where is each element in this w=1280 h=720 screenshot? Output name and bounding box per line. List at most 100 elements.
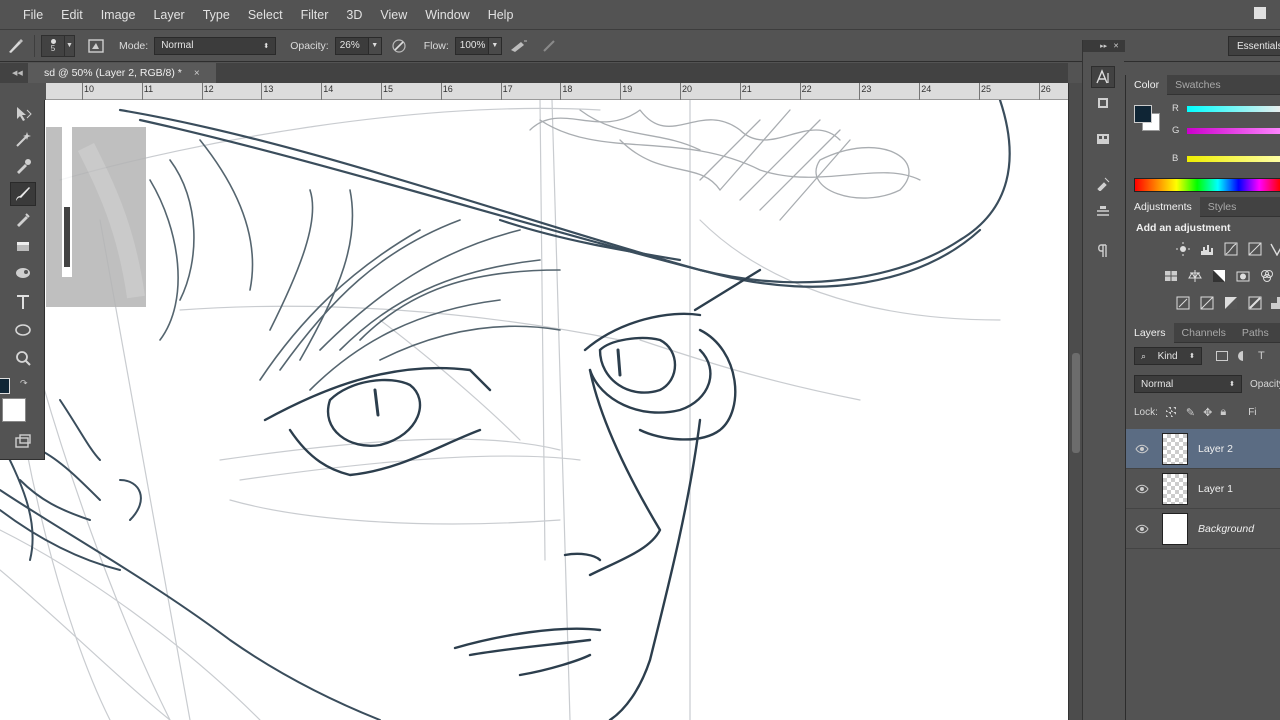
- blur-tool[interactable]: [10, 260, 36, 284]
- flow-input[interactable]: 100%: [454, 36, 489, 55]
- brush-panel-toggle-icon[interactable]: [83, 35, 109, 57]
- close-document-icon[interactable]: ×: [194, 68, 200, 79]
- exposure-icon[interactable]: [1246, 240, 1264, 258]
- vibrance-icon[interactable]: [1268, 240, 1280, 258]
- lock-position-icon[interactable]: ✥: [1203, 406, 1212, 419]
- swap-colors-icon[interactable]: ↷: [20, 378, 28, 389]
- tab-swatches[interactable]: Swatches: [1167, 75, 1229, 95]
- red-slider-bar[interactable]: [1187, 106, 1280, 112]
- foreground-color-swatch[interactable]: [0, 378, 10, 394]
- menu-help[interactable]: Help: [479, 8, 523, 22]
- type-tool[interactable]: [10, 290, 36, 314]
- menu-3d[interactable]: 3D: [337, 8, 371, 22]
- eye-icon[interactable]: [1126, 524, 1158, 534]
- document-tab[interactable]: sd @ 50% (Layer 2, RGB/8) * ×: [28, 63, 216, 83]
- magic-wand-tool[interactable]: [10, 128, 36, 152]
- clone-stamp-tool[interactable]: [10, 208, 36, 232]
- tab-channels[interactable]: Channels: [1174, 323, 1234, 343]
- layer-row[interactable]: Layer 2: [1126, 429, 1280, 469]
- menu-image[interactable]: Image: [92, 8, 145, 22]
- photo-filter-icon[interactable]: [1234, 267, 1252, 285]
- menu-type[interactable]: Type: [194, 8, 239, 22]
- lock-transparent-icon[interactable]: [1165, 407, 1176, 417]
- filter-pixel-icon[interactable]: [1216, 351, 1228, 361]
- pressure-size-icon[interactable]: [538, 35, 560, 57]
- tab-paths[interactable]: Paths: [1234, 323, 1277, 343]
- document-canvas[interactable]: [0, 100, 1068, 720]
- collapse-toolbox-icon[interactable]: ◀◀: [12, 69, 23, 77]
- window-control-icon[interactable]: [1254, 7, 1266, 19]
- brush-tool[interactable]: [10, 182, 36, 206]
- menu-file[interactable]: File: [14, 8, 52, 22]
- eyedropper-tool[interactable]: [10, 154, 36, 178]
- filter-adjustment-icon[interactable]: [1238, 351, 1248, 361]
- history-panel-button[interactable]: [1091, 92, 1115, 114]
- levels-icon[interactable]: [1198, 240, 1216, 258]
- blue-slider[interactable]: B: [1172, 153, 1280, 167]
- tab-layers[interactable]: Layers: [1126, 322, 1174, 343]
- hue-saturation-icon[interactable]: [1162, 267, 1180, 285]
- menu-filter[interactable]: Filter: [292, 8, 338, 22]
- properties-panel-button[interactable]: [1091, 128, 1115, 150]
- brush-panel-button[interactable]: [1091, 200, 1115, 222]
- tab-styles[interactable]: Styles: [1200, 197, 1245, 217]
- pressure-opacity-icon[interactable]: [388, 35, 410, 57]
- color-spectrum-ramp[interactable]: [1134, 178, 1280, 192]
- close-strip-icon[interactable]: ✕: [1113, 42, 1119, 50]
- paragraph-panel-button[interactable]: [1091, 240, 1115, 262]
- blue-slider-bar[interactable]: [1187, 156, 1280, 162]
- lock-all-icon[interactable]: 🔒︎: [1220, 406, 1226, 419]
- background-color-swatch[interactable]: [2, 398, 26, 422]
- brush-tool-preset-icon[interactable]: [2, 35, 28, 57]
- menu-layer[interactable]: Layer: [144, 8, 193, 22]
- layer-name[interactable]: Layer 1: [1198, 483, 1233, 495]
- color-balance-icon[interactable]: [1186, 267, 1204, 285]
- threshold-icon[interactable]: [1222, 294, 1240, 312]
- brightness-icon[interactable]: [1174, 240, 1192, 258]
- curves-icon[interactable]: [1222, 240, 1240, 258]
- menu-window[interactable]: Window: [416, 8, 478, 22]
- layer-row[interactable]: Background: [1126, 509, 1280, 549]
- eye-icon[interactable]: [1126, 444, 1158, 454]
- move-tool[interactable]: [10, 102, 36, 126]
- ellipse-tool[interactable]: [10, 318, 36, 342]
- filter-type-icon[interactable]: T: [1258, 350, 1265, 362]
- layer-blend-mode-select[interactable]: Normal ⬍: [1134, 375, 1242, 393]
- layer-name[interactable]: Layer 2: [1198, 443, 1233, 455]
- menu-select[interactable]: Select: [239, 8, 292, 22]
- workspace-switcher[interactable]: Essentials: [1228, 36, 1280, 56]
- eraser-tool[interactable]: [10, 234, 36, 258]
- menu-edit[interactable]: Edit: [52, 8, 92, 22]
- airbrush-icon[interactable]: [508, 35, 530, 57]
- canvas-vertical-scrollbar[interactable]: [1068, 83, 1082, 720]
- scrollbar-thumb[interactable]: [1072, 353, 1080, 453]
- flow-dropdown[interactable]: ▼: [488, 36, 502, 55]
- screen-mode-tool[interactable]: [10, 430, 36, 454]
- green-slider[interactable]: G: [1172, 125, 1280, 139]
- channel-mixer-icon[interactable]: [1258, 267, 1276, 285]
- panel-foreground-swatch[interactable]: [1134, 105, 1152, 123]
- zoom-tool[interactable]: [10, 346, 36, 370]
- black-white-icon[interactable]: [1210, 267, 1228, 285]
- gradient-map-icon[interactable]: [1246, 294, 1264, 312]
- layer-row[interactable]: Layer 1: [1126, 469, 1280, 509]
- blend-mode-select[interactable]: Normal ⬍: [154, 36, 277, 55]
- brush-size-picker[interactable]: 5: [41, 34, 65, 57]
- eye-icon[interactable]: [1126, 484, 1158, 494]
- character-panel-button[interactable]: [1091, 66, 1115, 88]
- brush-picker-dropdown[interactable]: ▼: [65, 34, 75, 57]
- opacity-dropdown[interactable]: ▼: [368, 36, 382, 55]
- horizontal-ruler[interactable]: 10 11 12 13 14 15 16 17 18 19 20 21 22 23 24 25 26: [46, 83, 1068, 100]
- tab-adjustments[interactable]: Adjustments: [1126, 196, 1200, 217]
- green-slider-bar[interactable]: [1187, 128, 1280, 134]
- posterize-icon[interactable]: [1198, 294, 1216, 312]
- layer-name[interactable]: Background: [1198, 523, 1254, 535]
- opacity-input[interactable]: 26%: [334, 36, 369, 55]
- layer-filter-kind-select[interactable]: ⌕ Kind ⬍: [1134, 347, 1202, 365]
- menu-view[interactable]: View: [371, 8, 416, 22]
- invert-icon[interactable]: [1174, 294, 1192, 312]
- expand-panels-icon[interactable]: ▸▸: [1100, 42, 1107, 50]
- lock-pixels-icon[interactable]: ✎: [1186, 406, 1195, 419]
- selective-color-icon[interactable]: [1268, 294, 1280, 312]
- brush-presets-panel-button[interactable]: [1091, 172, 1115, 194]
